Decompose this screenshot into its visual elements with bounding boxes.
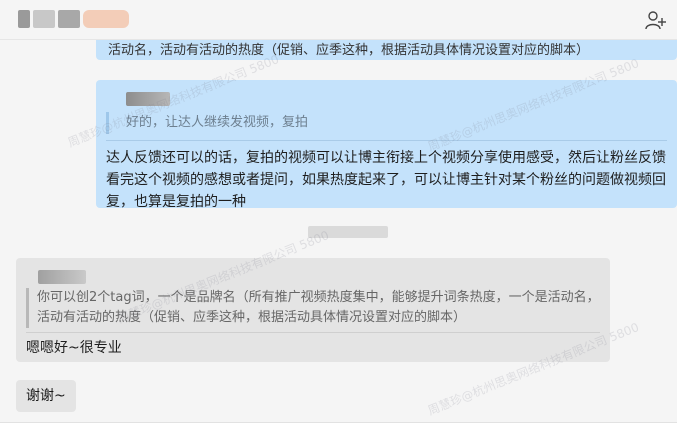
quote-divider (26, 332, 600, 333)
timestamp-blurred (308, 226, 388, 238)
message-bubble-incoming[interactable]: 谢谢~ (16, 380, 76, 412)
message-text: 谢谢~ (26, 388, 66, 404)
chat-panel: 活动名，活动有活动的热度（促销、应季这种，根据活动具体情况设置对应的脚本） 好的… (0, 0, 677, 435)
message-bubble-outgoing[interactable]: 好的，让达人继续发视频，复拍 达人反馈还可以的话，复拍的视频可以让博主衔接上个视… (96, 80, 677, 210)
quoted-sender-name-blurred (126, 92, 170, 106)
quoted-message[interactable]: 好的，让达人继续发视频，复拍 (106, 112, 667, 134)
message-text: 嗯嗯好~很专业 (26, 340, 122, 356)
message-bubble-incoming[interactable]: 你可以创2个tag词，一个是品牌名（所有推广视频热度集中，能够提升词条热度，一个… (16, 258, 610, 362)
message-text: 活动名，活动有活动的热度（促销、应季这种，根据活动具体情况设置对应的脚本） (108, 43, 590, 58)
quoted-message[interactable]: 你可以创2个tag词，一个是品牌名（所有推广视频热度集中，能够提升词条热度，一个… (26, 288, 600, 328)
message-text: 达人反馈还可以的话，复拍的视频可以让博主衔接上个视频分享使用感受，然后让粉丝反馈… (106, 150, 666, 210)
quoted-message-text: 好的，让达人继续发视频，复拍 (126, 115, 309, 130)
chat-title-blurred (18, 10, 130, 28)
chat-header (0, 0, 677, 40)
add-user-icon[interactable] (645, 10, 667, 30)
quoted-sender-name-blurred (38, 270, 86, 284)
quoted-message-text: 你可以创2个tag词，一个是品牌名（所有推广视频热度集中，能够提升词条热度，一个… (37, 290, 600, 325)
input-area-edge[interactable] (0, 422, 677, 435)
quote-divider (106, 140, 667, 141)
